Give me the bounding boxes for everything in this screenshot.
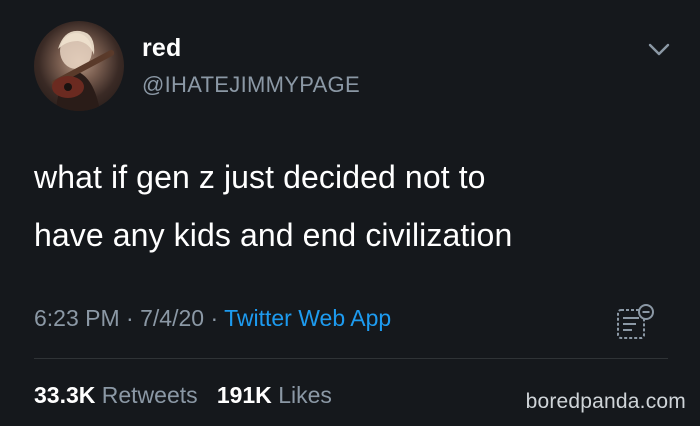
retweets-count: 33.3K <box>34 382 96 408</box>
tweet-text: what if gen z just decided not to have a… <box>34 148 674 264</box>
chevron-down-icon[interactable] <box>646 36 672 62</box>
retweets-stat[interactable]: 33.3K Retweets <box>34 382 204 408</box>
tweet-time[interactable]: 6:23 PM <box>34 305 120 331</box>
likes-stat[interactable]: 191K Likes <box>217 382 332 408</box>
tweet-metadata: 6:23 PM · 7/4/20 · Twitter Web App <box>34 305 391 332</box>
avatar[interactable] <box>34 21 124 111</box>
watermark: boredpanda.com <box>525 390 686 413</box>
meta-separator: · <box>210 305 219 331</box>
analytics-icon[interactable] <box>612 300 658 346</box>
display-name[interactable]: red <box>142 34 182 63</box>
likes-count: 191K <box>216 382 272 408</box>
tweet-date[interactable]: 7/4/20 <box>140 305 204 331</box>
engagement-stats: 33.3K Retweets 191K Likes <box>34 382 332 409</box>
user-handle[interactable]: @IHATEJIMMYPAGE <box>142 72 360 98</box>
tweet-text-line: what if gen z just decided not to <box>34 159 486 195</box>
avatar-photo <box>51 30 115 111</box>
tweet-card: red @IHATEJIMMYPAGE what if gen z just d… <box>0 0 700 426</box>
meta-separator: · <box>126 305 134 331</box>
divider <box>34 358 668 359</box>
retweets-label: Retweets <box>101 382 198 408</box>
tweet-text-line: have any kids and end civilization <box>34 217 513 253</box>
likes-label: Likes <box>278 382 332 408</box>
tweet-source-link[interactable]: Twitter Web App <box>224 305 391 331</box>
